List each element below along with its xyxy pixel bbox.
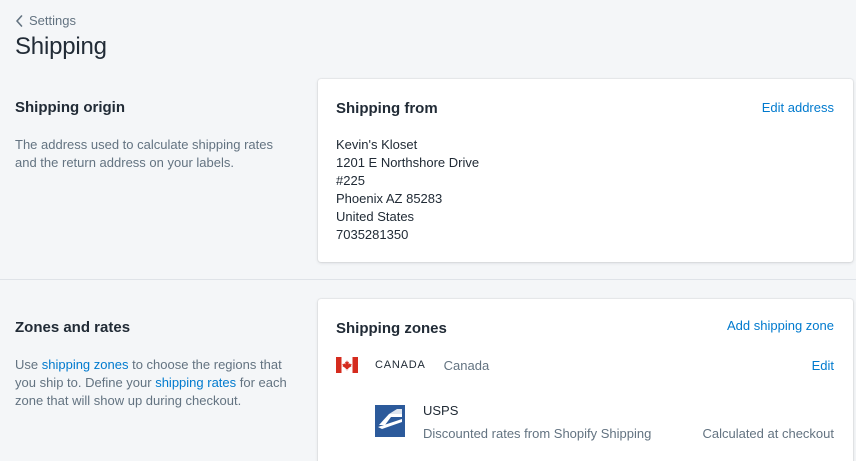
address-line-name: Kevin's Kloset xyxy=(336,137,418,152)
carrier-rate: Calculated at checkout xyxy=(702,426,834,441)
shipping-origin-title: Shipping origin xyxy=(15,99,125,116)
shipping-origin-description: The address used to calculate shipping r… xyxy=(15,137,273,170)
shipping-rates-link[interactable]: shipping rates xyxy=(155,375,236,390)
desc-text-1: Use xyxy=(15,357,42,372)
edit-address-link[interactable]: Edit address xyxy=(762,100,834,115)
address-line-country: United States xyxy=(336,209,415,224)
shipping-zones-card: Shipping zones Add shipping zone CANADA … xyxy=(318,299,853,461)
shipping-from-card: Shipping from Edit address Kevin's Klose… xyxy=(318,79,853,262)
shipping-from-address: Kevin's Kloset 1201 E Northshore Drive #… xyxy=(336,136,479,244)
carrier-name: USPS xyxy=(423,403,459,418)
address-line-phone: 7035281350 xyxy=(336,227,409,242)
zones-and-rates-description: Use shipping zones to choose the regions… xyxy=(15,356,295,410)
zone-row-canada: CANADA Canada Edit xyxy=(336,355,834,375)
section-divider xyxy=(0,279,856,280)
carrier-description: Discounted rates from Shopify Shipping xyxy=(423,426,652,441)
canada-flag-icon xyxy=(336,357,375,373)
shipping-settings-page: Settings Shipping Shipping origin The ad… xyxy=(0,0,856,461)
address-line-city: Phoenix AZ 85283 xyxy=(336,191,443,206)
edit-zone-link[interactable]: Edit xyxy=(812,358,834,373)
add-shipping-zone-link[interactable]: Add shipping zone xyxy=(727,318,834,333)
zones-and-rates-title: Zones and rates xyxy=(15,319,131,336)
chevron-left-icon xyxy=(15,14,23,27)
shipping-zones-link[interactable]: shipping zones xyxy=(42,357,129,372)
shipping-zones-title: Shipping zones xyxy=(336,320,447,337)
address-line-street: 1201 E Northshore Drive xyxy=(336,155,480,170)
usps-logo-icon xyxy=(375,405,405,437)
shipping-from-title: Shipping from xyxy=(336,100,438,117)
zone-name: Canada xyxy=(443,357,490,373)
address-line-unit: #225 xyxy=(336,173,365,188)
breadcrumb-settings[interactable]: Settings xyxy=(15,13,76,28)
page-title: Shipping xyxy=(15,33,107,60)
breadcrumb-label: Settings xyxy=(29,13,76,28)
zone-code: CANADA xyxy=(375,359,426,371)
